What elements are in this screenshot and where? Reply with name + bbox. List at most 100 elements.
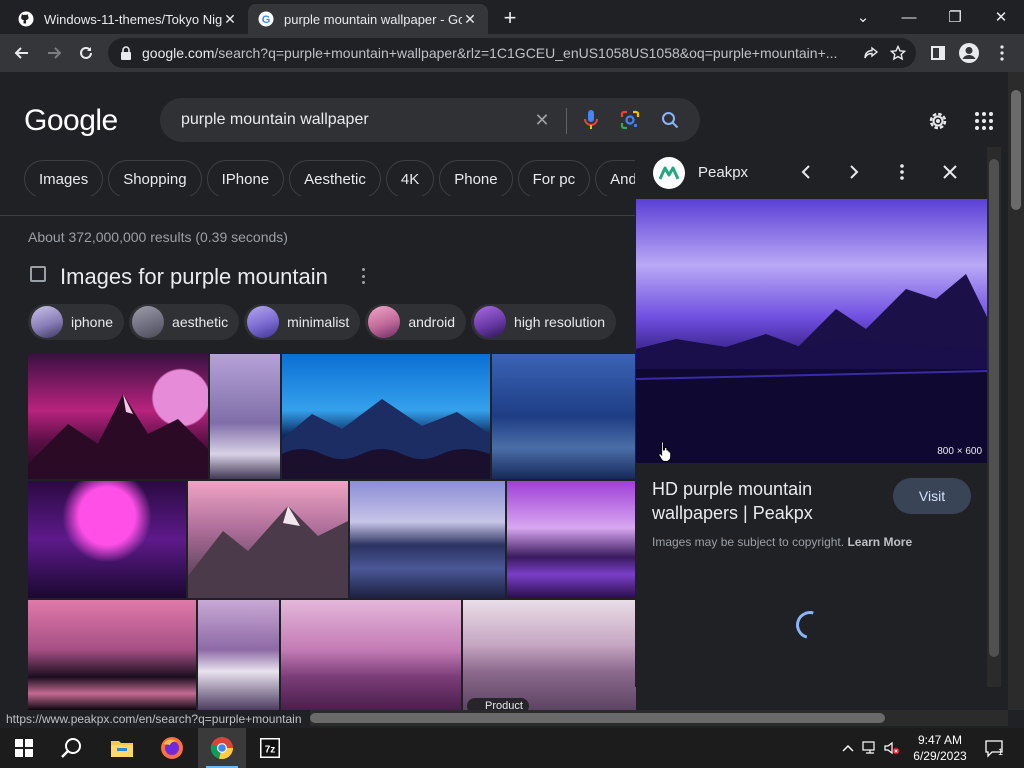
restore-button[interactable]: ❐ xyxy=(932,0,978,34)
subchip-label: high resolution xyxy=(514,314,606,330)
firefox-icon[interactable] xyxy=(148,728,196,768)
settings-gear-icon[interactable] xyxy=(926,109,950,133)
show-hidden-icons-icon[interactable] xyxy=(840,740,856,756)
image-result[interactable] xyxy=(281,600,461,710)
google-icon: G xyxy=(258,11,274,27)
close-panel-icon[interactable] xyxy=(938,160,962,184)
side-panel-icon[interactable] xyxy=(925,40,951,66)
back-button[interactable] xyxy=(9,40,35,66)
image-result[interactable] xyxy=(210,354,280,479)
windows-taskbar: 7z 9:47 AM 6/29/2023 1 xyxy=(0,728,1024,768)
page-scrollbar[interactable] xyxy=(1008,72,1024,710)
subchip-label: minimalist xyxy=(287,314,350,330)
chip-thumbnail xyxy=(132,306,165,338)
peakpx-logo-icon[interactable] xyxy=(653,157,685,189)
subchip-iphone[interactable]: iphone xyxy=(28,304,125,340)
panel-more-options-icon[interactable] xyxy=(890,160,914,184)
system-clock[interactable]: 9:47 AM 6/29/2023 xyxy=(908,732,972,764)
chip-phone[interactable]: Phone xyxy=(439,160,513,196)
forward-button[interactable] xyxy=(41,40,67,66)
result-stats: About 372,000,000 results (0.39 seconds) xyxy=(28,229,288,245)
image-result[interactable] xyxy=(28,600,196,710)
clock-time: 9:47 AM xyxy=(917,733,963,747)
scroll-thumb[interactable] xyxy=(310,713,885,723)
address-bar[interactable]: google.com/search?q=purple+mountain+wall… xyxy=(108,38,916,68)
copyright-text: Images may be subject to copyright. xyxy=(652,535,845,549)
search-divider xyxy=(566,108,567,134)
scroll-thumb[interactable] xyxy=(989,159,999,657)
chrome-menu-icon[interactable] xyxy=(989,40,1015,66)
image-result[interactable] xyxy=(198,600,279,710)
subchip-label: android xyxy=(408,314,456,330)
svg-text:7z: 7z xyxy=(265,745,276,756)
more-options-icon[interactable] xyxy=(358,268,368,284)
volume-muted-icon[interactable] xyxy=(884,740,900,756)
search-taskbar-icon[interactable] xyxy=(48,728,96,768)
panel-header: Peakpx xyxy=(636,147,988,197)
preview-image[interactable]: 800 × 600 xyxy=(636,199,988,463)
next-image-icon[interactable] xyxy=(842,160,866,184)
bookmark-star-icon[interactable] xyxy=(887,42,909,64)
start-button[interactable] xyxy=(0,728,48,768)
image-result[interactable] xyxy=(28,481,186,598)
preview-title[interactable]: HD purple mountain wallpapers | Peakpx xyxy=(652,477,892,525)
chip-for-pc[interactable]: For pc xyxy=(517,160,591,196)
google-logo[interactable]: Google xyxy=(24,104,118,138)
chip-4k[interactable]: 4K xyxy=(385,160,435,196)
notification-center-icon[interactable]: 1 xyxy=(984,738,1004,758)
image-refinement-chips: iphone aesthetic minimalist android high res… xyxy=(28,304,636,343)
image-result[interactable]: Product xyxy=(463,600,636,710)
share-icon[interactable] xyxy=(860,42,882,64)
horizontal-scrollbar[interactable] xyxy=(310,710,1008,726)
arrow-left-icon xyxy=(14,47,28,59)
chrome-taskbar-icon[interactable] xyxy=(198,728,246,768)
new-tab-button[interactable]: + xyxy=(498,5,522,30)
file-explorer-icon[interactable] xyxy=(98,728,146,768)
network-icon[interactable] xyxy=(862,740,878,756)
tab-close-icon[interactable]: ✕ xyxy=(222,11,238,27)
search-icon[interactable] xyxy=(659,109,681,131)
profile-avatar[interactable] xyxy=(956,40,982,66)
clear-search-icon[interactable]: ✕ xyxy=(531,109,553,131)
google-lens-icon[interactable] xyxy=(619,109,641,131)
subchip-android[interactable]: android xyxy=(365,304,467,340)
chip-shopping[interactable]: Shopping xyxy=(108,160,202,196)
subchip-high-resolution[interactable]: high resolution xyxy=(471,304,617,340)
panel-scrollbar[interactable] xyxy=(987,147,1001,687)
site-name[interactable]: Peakpx xyxy=(698,164,748,181)
images-section-title[interactable]: Images for purple mountain xyxy=(60,264,328,290)
chip-android[interactable]: Androi xyxy=(595,160,636,196)
divider xyxy=(0,215,636,216)
tab-title: purple mountain wallpaper - Goo xyxy=(284,11,462,27)
subchip-aesthetic[interactable]: aesthetic xyxy=(129,304,240,340)
tab-google-search[interactable]: G purple mountain wallpaper - Goo ✕ xyxy=(248,4,488,34)
image-result[interactable] xyxy=(282,354,490,479)
previous-image-icon[interactable] xyxy=(794,160,818,184)
tab-close-icon[interactable]: ✕ xyxy=(462,11,478,27)
learn-more-link[interactable]: Learn More xyxy=(847,535,912,549)
image-result[interactable] xyxy=(507,481,636,598)
close-window-button[interactable]: ✕ xyxy=(978,0,1024,34)
image-result[interactable] xyxy=(28,354,208,479)
microphone-icon[interactable] xyxy=(580,109,602,131)
chip-aesthetic[interactable]: Aesthetic xyxy=(289,160,381,196)
scroll-thumb[interactable] xyxy=(1011,90,1021,210)
subchip-minimalist[interactable]: minimalist xyxy=(244,304,361,340)
minimize-button[interactable]: — xyxy=(886,0,932,34)
image-result[interactable] xyxy=(350,481,505,598)
image-preview-panel: Peakpx 800 × 600 HD purple mountain wall… xyxy=(635,147,988,687)
reload-button[interactable] xyxy=(73,40,99,66)
hand-cursor-icon xyxy=(658,440,672,462)
image-result[interactable] xyxy=(188,481,348,598)
7zip-icon[interactable]: 7z xyxy=(246,728,294,768)
chip-iphone[interactable]: IPhone xyxy=(206,160,285,196)
windows-logo-icon xyxy=(15,739,33,757)
google-apps-icon[interactable] xyxy=(972,109,996,133)
visit-button[interactable]: Visit xyxy=(893,478,971,514)
url-text: google.com/search?q=purple+mountain+wall… xyxy=(142,45,842,61)
chip-images[interactable]: Images xyxy=(24,160,104,196)
tab-github[interactable]: Windows-11-themes/Tokyo Nigh ✕ xyxy=(8,4,248,34)
image-result[interactable] xyxy=(492,354,636,479)
tab-search-icon[interactable]: ⌄ xyxy=(840,0,886,34)
lock-icon xyxy=(120,46,134,60)
